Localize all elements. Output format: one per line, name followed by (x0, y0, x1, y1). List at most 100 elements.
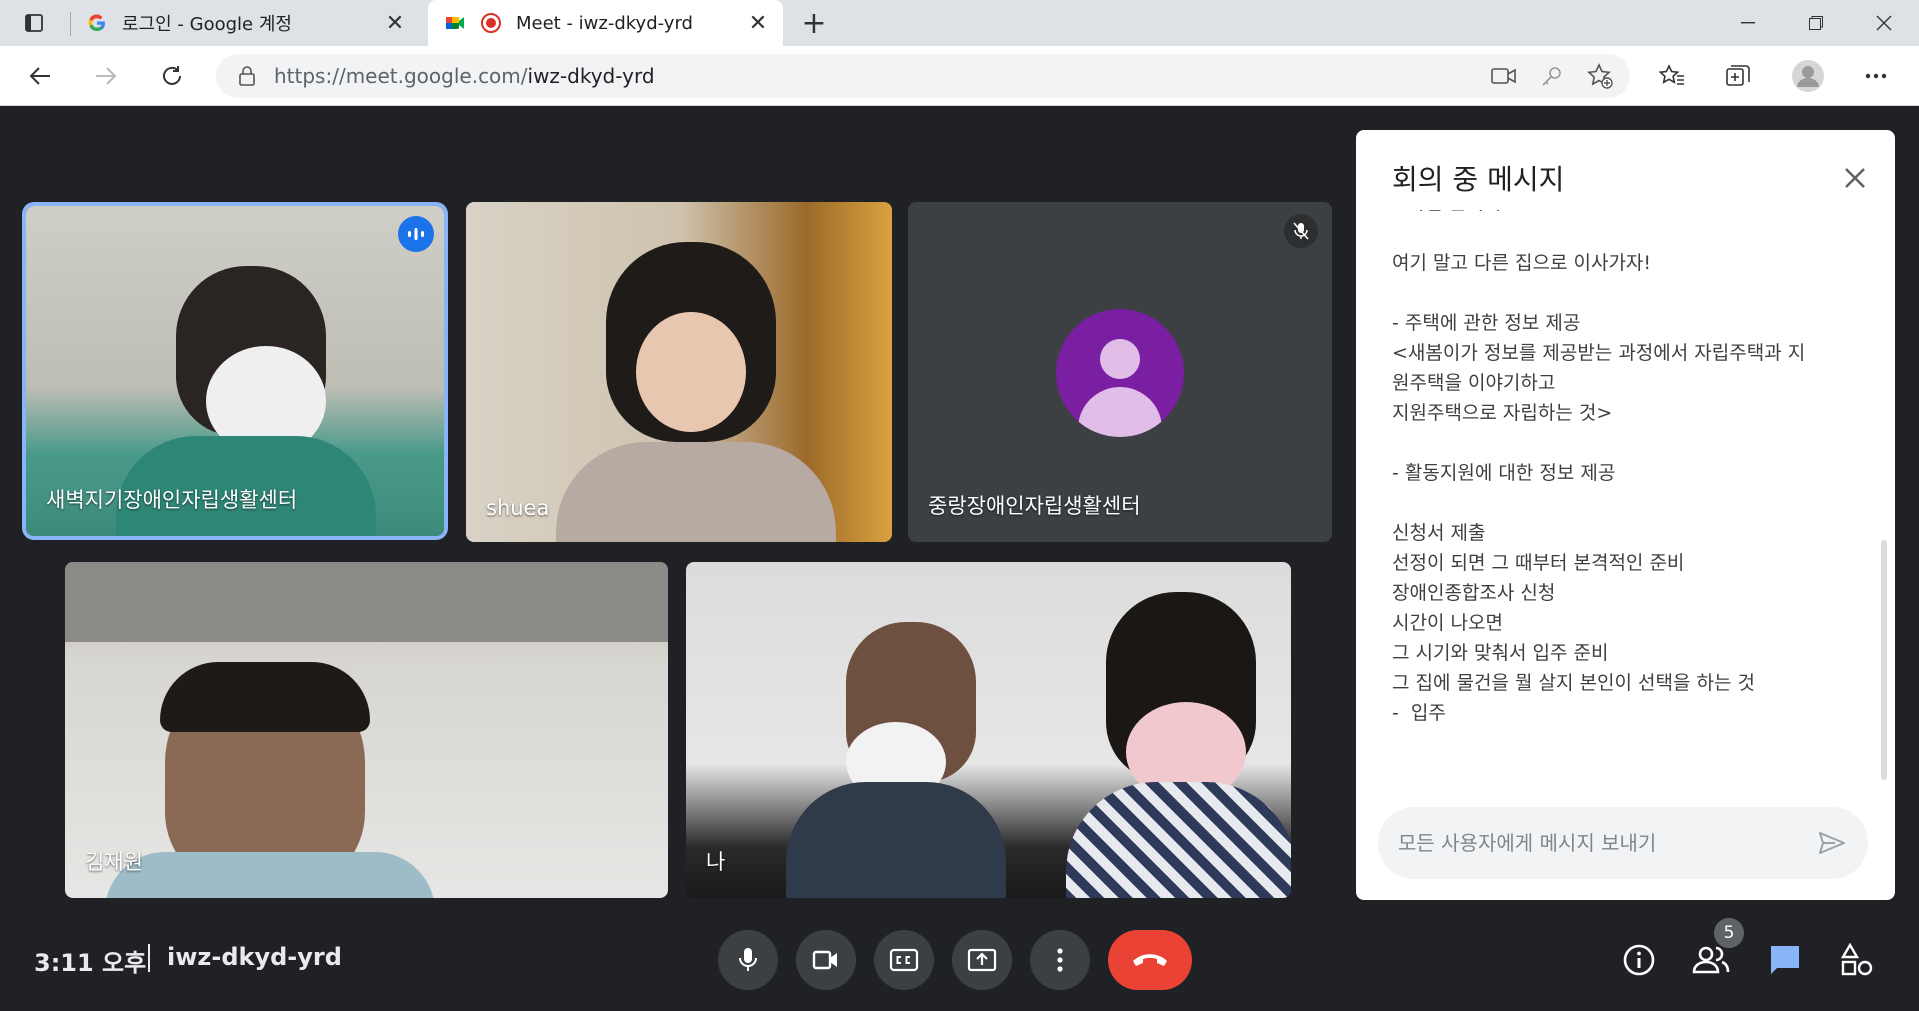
send-icon[interactable] (1816, 827, 1848, 859)
chat-panel: 회의 중 메시지 <자립 준비기> 여기 말고 다른 집으로 이사가자! - 주… (1356, 130, 1895, 900)
tab-google-login[interactable]: 로그인 - Google 계정 ✕ (70, 0, 420, 46)
mic-button[interactable] (718, 930, 778, 990)
activities-icon (1840, 943, 1873, 976)
leave-call-button[interactable] (1108, 930, 1192, 990)
video-camera-icon (812, 950, 837, 970)
avatar-head (1100, 339, 1140, 379)
participant-name: 나 (706, 850, 726, 874)
background-shelf (65, 562, 668, 642)
chat-title: 회의 중 메시지 (1392, 163, 1565, 196)
meeting-details-button[interactable] (1614, 935, 1664, 985)
avatar-body (1078, 387, 1162, 437)
participant-face (636, 312, 746, 432)
info-icon (1623, 944, 1655, 976)
footer-divider (148, 944, 150, 972)
speaking-indicator-icon (398, 216, 434, 252)
browser-toolbar: https://meet.google.com/iwz-dkyd-yrd (0, 46, 1919, 106)
collections-icon[interactable] (1718, 56, 1758, 96)
chat-message-line: - 주택에 관한 정보 제공 (1392, 312, 1581, 334)
back-icon[interactable] (20, 56, 60, 96)
tab-actions-icon[interactable] (14, 3, 54, 43)
chat-scrollbar[interactable] (1881, 540, 1887, 780)
profile-avatar-icon[interactable] (1788, 56, 1828, 96)
new-tab-button[interactable]: + (794, 3, 834, 43)
participant-name: 새벽지기장애인자립생활센터 (46, 488, 298, 512)
chat-message-line: 그 집에 물건을 뭘 살지 본인이 선택을 하는 것 (1392, 672, 1755, 694)
people-icon (1692, 946, 1730, 974)
forward-icon[interactable] (86, 56, 126, 96)
chat-message-input[interactable] (1398, 825, 1798, 861)
chat-message-line: - 입주 (1392, 702, 1446, 724)
tab-title: 로그인 - Google 계정 (122, 14, 292, 35)
participant-tile[interactable]: shuea (466, 202, 892, 542)
captions-button[interactable] (874, 930, 934, 990)
chat-message-line: <자립 준비기> (1392, 210, 1852, 218)
avatar (1056, 309, 1184, 437)
participant-body (786, 782, 1006, 898)
chat-message-line (1392, 218, 1852, 248)
more-options-icon[interactable] (1856, 56, 1896, 96)
present-screen-icon (967, 948, 997, 972)
activities-button[interactable] (1832, 935, 1882, 985)
chat-message-line: 시간이 나오면 (1392, 612, 1503, 634)
participant-name: shuea (486, 496, 550, 520)
chat-message-line: 신청서 제출 (1392, 522, 1486, 544)
chat-message-line: - 활동지원에 대한 정보 제공 (1392, 462, 1616, 484)
chat-input-box[interactable] (1378, 807, 1868, 879)
participant-tile[interactable]: 김재원 (65, 562, 668, 898)
present-button[interactable] (952, 930, 1012, 990)
participant-tile[interactable]: 나 (686, 562, 1291, 898)
participant-tile[interactable]: 새벽지기장애인자립생활센터 (26, 206, 444, 536)
key-icon[interactable] (1532, 56, 1572, 96)
close-tab-icon[interactable]: ✕ (743, 11, 773, 36)
more-vert-icon (1057, 948, 1063, 972)
hang-up-icon (1133, 954, 1167, 966)
close-icon[interactable] (1837, 160, 1873, 196)
mic-icon (739, 948, 757, 971)
refresh-icon[interactable] (152, 56, 192, 96)
close-window-icon[interactable] (1850, 0, 1918, 46)
participant-body (556, 442, 836, 542)
chat-message-line: <새봄이가 정보를 제공받는 과정에서 자립주택과 지 (1392, 342, 1806, 364)
minimize-icon[interactable] (1714, 0, 1782, 46)
url-text[interactable]: https://meet.google.com/iwz-dkyd-yrd (274, 64, 655, 88)
meeting-code: iwz-dkyd-yrd (167, 943, 342, 971)
google-icon (86, 12, 108, 34)
tab-title: Meet - iwz-dkyd-yrd (516, 12, 693, 34)
chat-message-line (1392, 278, 1852, 308)
lock-icon[interactable] (238, 66, 256, 86)
meet-icon (444, 12, 466, 34)
participant-name: 김재원 (85, 850, 143, 874)
chat-message-line (1392, 428, 1852, 458)
close-tab-icon[interactable]: ✕ (380, 11, 410, 36)
participant-name: 중랑장애인자립생활센터 (928, 494, 1141, 518)
favorites-icon[interactable] (1652, 56, 1692, 96)
more-options-button[interactable] (1030, 930, 1090, 990)
chat-message-line: 그 시기와 맞춰서 입주 준비 (1392, 642, 1609, 664)
recording-icon (480, 12, 502, 34)
participant-tile[interactable]: 중랑장애인자립생활센터 (908, 202, 1332, 542)
browser-tab-bar: 로그인 - Google 계정 ✕ Meet - iwz-dkyd-yrd ✕ … (0, 0, 1919, 46)
camera-in-use-icon[interactable] (1484, 56, 1524, 96)
tab-google-meet[interactable]: Meet - iwz-dkyd-yrd ✕ (428, 0, 783, 46)
chat-message-line: 여기 말고 다른 집으로 이사가자! (1392, 252, 1652, 274)
chat-message-line: 원주택을 이야기하고 (1392, 372, 1556, 394)
participant-hair (160, 662, 370, 732)
add-favorite-icon[interactable] (1580, 56, 1620, 96)
restore-icon[interactable] (1782, 0, 1850, 46)
chat-icon (1771, 946, 1799, 974)
url-host: https://meet.google.com/ (274, 64, 528, 88)
chat-message-line: 선정이 되면 그 때부터 본격적인 준비 (1392, 552, 1685, 574)
muted-mic-icon (1284, 214, 1318, 248)
chat-button[interactable] (1760, 935, 1810, 985)
chat-message-line (1392, 488, 1852, 518)
meeting-time: 3:11 오후 (34, 949, 147, 977)
camera-button[interactable] (796, 930, 856, 990)
chat-messages: <자립 준비기> 여기 말고 다른 집으로 이사가자! - 주택에 관한 정보 … (1392, 210, 1852, 765)
url-path: iwz-dkyd-yrd (527, 64, 655, 88)
address-bar[interactable]: https://meet.google.com/iwz-dkyd-yrd (216, 54, 1630, 98)
chat-message-line: 장애인종합조사 신청 (1392, 582, 1556, 604)
chat-message-line: 지원주택으로 자립하는 것> (1392, 402, 1613, 424)
participant-count-badge: 5 (1714, 918, 1744, 948)
participant-body (1066, 782, 1291, 898)
